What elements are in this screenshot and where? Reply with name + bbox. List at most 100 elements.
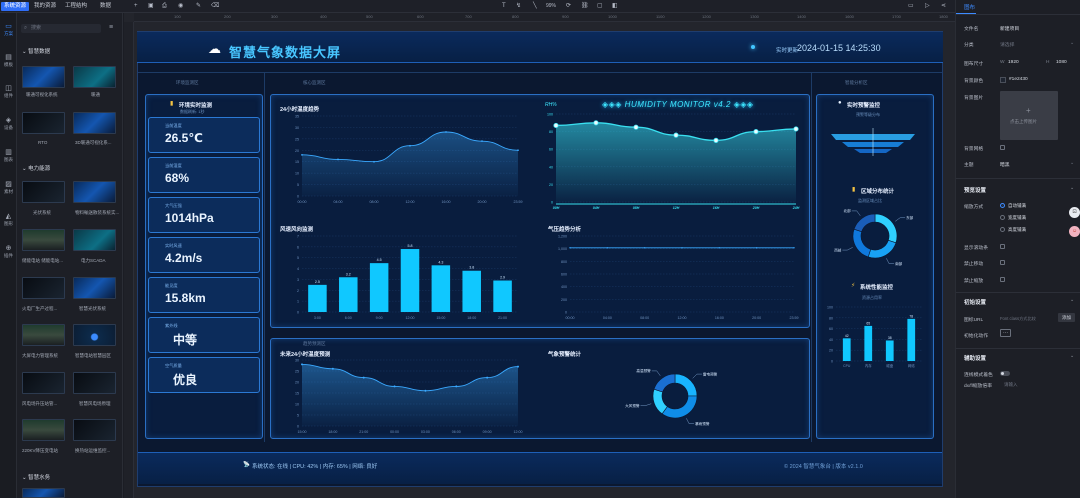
bg-color-input[interactable]: #1e2430: [1009, 77, 1028, 82]
rail-component[interactable]: ◫ 组件: [0, 85, 17, 99]
metric-card-temperature[interactable]: 当前温度 26.5℃: [148, 117, 260, 153]
tab-my-resources[interactable]: 我的资源: [31, 2, 59, 11]
x-tick-label: 00:00: [566, 316, 575, 320]
zoom-height-radio[interactable]: [1000, 227, 1005, 232]
no-move-checkbox[interactable]: [1000, 260, 1005, 265]
search-input[interactable]: 搜索: [21, 24, 101, 33]
alert-funnel[interactable]: [828, 128, 918, 158]
thumbnail[interactable]: [22, 181, 65, 203]
chevron-down-icon[interactable]: ⌄: [1070, 353, 1074, 359]
metric-value: 中等: [173, 333, 198, 347]
y-tick-label: 1,200: [558, 235, 567, 239]
frame-icon[interactable]: ▢: [597, 2, 603, 11]
tab-data[interactable]: 数据: [97, 2, 114, 11]
section-title-smart-data[interactable]: ⌄ 智慧数据: [22, 47, 50, 55]
show-scroll-checkbox[interactable]: [1000, 244, 1005, 249]
zoom-auto-radio[interactable]: [1000, 203, 1005, 208]
thumbnail[interactable]: [22, 419, 65, 441]
humidity-chart[interactable]: 0 20 40 60 80 100 00H 04H 08H 12H 16H 20H 24H: [540, 110, 802, 214]
region-donut[interactable]: 东部南部 西部 北部: [826, 203, 924, 269]
color-swatch[interactable]: [1000, 77, 1006, 83]
add-icon[interactable]: +: [134, 2, 138, 11]
thumbnail[interactable]: [22, 488, 65, 498]
y-tick-label: 100: [547, 113, 553, 117]
play-icon[interactable]: ▷: [925, 2, 930, 11]
thumbnail[interactable]: [22, 277, 65, 299]
temp-chart[interactable]: 0 5 10 15 20 25 30 35 00:00 04:00 08:00 12:00 16:00 2…: [284, 112, 524, 208]
eraser-icon[interactable]: ⌫: [211, 2, 219, 11]
section-title-smart-water[interactable]: ⌄ 智慧水务: [22, 473, 50, 481]
redo-icon[interactable]: ⟳: [566, 2, 571, 11]
warning-chart[interactable]: 雷电预警暴雨预警 大风预警 高温预警: [600, 356, 750, 436]
add-icon-url-button[interactable]: 添加: [1058, 313, 1075, 322]
thumbnail[interactable]: [22, 372, 65, 394]
thumbnail[interactable]: [73, 419, 116, 441]
thumbnail[interactable]: [73, 372, 116, 394]
metric-card-pressure[interactable]: 大气压强 1014hPa: [148, 197, 260, 233]
grid-checkbox[interactable]: [1000, 145, 1005, 150]
metric-card-uv[interactable]: 紫外线 中等: [148, 317, 260, 353]
thumbnail[interactable]: [22, 112, 65, 134]
link-icon[interactable]: ⛓: [581, 2, 589, 11]
data-label: 4.3: [438, 260, 443, 264]
thumbnail[interactable]: [73, 277, 116, 299]
tab-canvas[interactable]: 图布: [964, 3, 975, 11]
height-input[interactable]: 1080: [1056, 60, 1067, 65]
chevron-down-icon[interactable]: ⌄: [1070, 185, 1074, 191]
metric-card-humidity[interactable]: 当前湿度 68%: [148, 157, 260, 193]
rail-solution[interactable]: ▭ 方案: [0, 23, 17, 37]
width-input[interactable]: 1920: [1008, 60, 1019, 65]
forecast-chart[interactable]: 0 5 10 15 20 25 30 15:00 18:00 21:00 00:00 03:00 06:…: [284, 356, 524, 438]
chevron-down-icon[interactable]: ⌄: [1070, 297, 1074, 303]
thumbnail[interactable]: [73, 112, 116, 134]
preview-icon[interactable]: ◉: [178, 2, 183, 11]
float-button[interactable]: ⊡: [1069, 207, 1080, 218]
snap-toggle[interactable]: [1000, 371, 1010, 376]
thumbnail[interactable]: [73, 324, 116, 346]
rail-shape[interactable]: ◭ 图形: [0, 213, 17, 227]
category-select[interactable]: 请选择: [1000, 41, 1014, 48]
export-icon[interactable]: ⎙: [162, 2, 167, 11]
folder-icon[interactable]: ▭: [908, 2, 914, 11]
tab-project-structure[interactable]: 工程结构: [62, 2, 90, 11]
icon-url-input[interactable]: Font class方式比较: [1000, 316, 1036, 322]
metric-card-visibility[interactable]: 能见度 15.8km: [148, 277, 260, 313]
rail-device[interactable]: ◈ 设备: [0, 117, 17, 131]
line-tool-icon[interactable]: ╲: [533, 2, 537, 11]
zoom-level[interactable]: 99%: [546, 2, 556, 11]
connector-icon[interactable]: ↯: [516, 2, 521, 11]
thumbnail[interactable]: [22, 229, 65, 251]
thumbnail[interactable]: [22, 66, 65, 88]
wind-chart[interactable]: 0 1 2 3 4 5 6 7 2.5 3:00 3.2 6:00 4.5 9:00 5.8 12:00 4.3…: [284, 232, 524, 324]
file-name-input[interactable]: 新建项目: [1000, 25, 1019, 32]
thumbnail[interactable]: [73, 229, 116, 251]
metric-value: 优良: [173, 373, 198, 387]
tab-system-resources[interactable]: 系统资源: [1, 2, 30, 11]
rail-plugin[interactable]: ⊕ 插件: [0, 245, 17, 259]
more-icon[interactable]: ···: [1000, 329, 1011, 337]
share-icon[interactable]: ⋖: [941, 2, 946, 11]
rail-template[interactable]: ▤ 模板: [0, 54, 17, 68]
theme-select[interactable]: 暗黑: [1000, 161, 1010, 168]
thumbnail[interactable]: [22, 324, 65, 346]
save-icon[interactable]: ▣: [148, 2, 154, 11]
text-tool-icon[interactable]: T: [502, 2, 506, 11]
zoom-width-radio[interactable]: [1000, 215, 1005, 220]
help-button[interactable]: ☺: [1069, 226, 1080, 237]
dx-input[interactable]: 请输入: [1004, 382, 1018, 388]
bg-image-upload[interactable]: [1000, 91, 1058, 140]
data-point: [445, 131, 447, 133]
metric-card-wind-speed[interactable]: 实时风速 4.2m/s: [148, 237, 260, 273]
section-title-power-energy[interactable]: ⌄ 电力能源: [22, 164, 50, 172]
rail-chart[interactable]: ▥ 图表: [0, 149, 17, 163]
pressure-chart[interactable]: 0 200 400 600 800 1,000 1,200 00:00 04:00 08:00 12…: [546, 232, 800, 324]
menu-icon[interactable]: ≡: [109, 24, 113, 31]
thumbnail[interactable]: [73, 66, 116, 88]
no-zoom-checkbox[interactable]: [1000, 277, 1005, 282]
layer-icon[interactable]: ◧: [612, 2, 618, 11]
rail-material[interactable]: ▨ 素材: [0, 181, 17, 195]
perf-chart[interactable]: 0 20 40 60 80 100 42 CPU 65 内存 38 磁盘 78 网络: [822, 302, 928, 372]
metric-card-air-quality[interactable]: 空气质量 优良: [148, 357, 260, 393]
brush-icon[interactable]: ✎: [196, 2, 201, 11]
thumbnail[interactable]: [73, 181, 116, 203]
